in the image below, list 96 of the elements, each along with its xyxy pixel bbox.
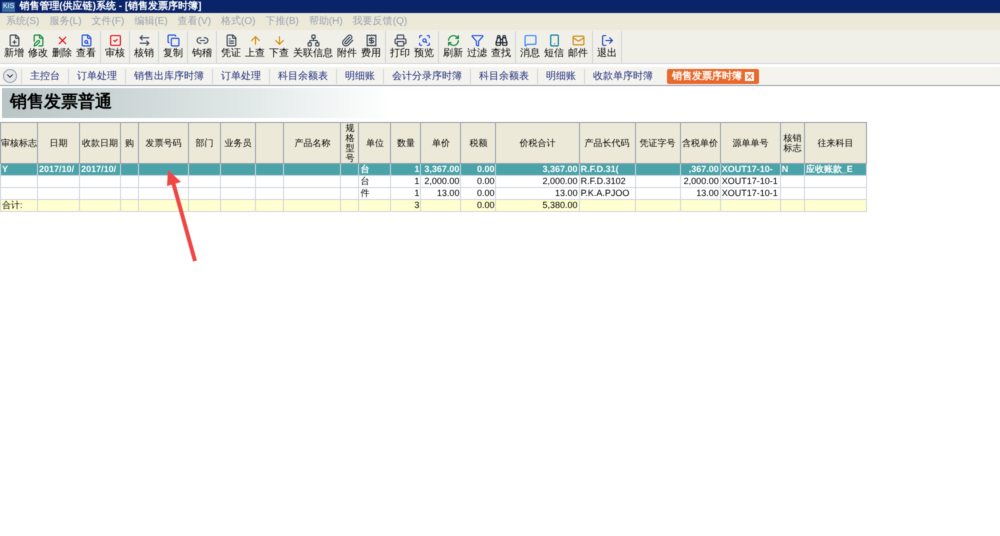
toolbar-button[interactable]: 修改 xyxy=(26,30,50,62)
toolbar-button[interactable]: 上查 xyxy=(243,30,267,62)
column-header[interactable]: 审核标志 xyxy=(0,122,38,164)
toolbar-button[interactable]: 短信 xyxy=(542,30,566,62)
down-arrow-icon xyxy=(272,34,286,46)
toolbar-button[interactable]: 邮件 xyxy=(566,30,590,62)
toolbar-button[interactable]: 查找 xyxy=(489,30,513,62)
phone-icon xyxy=(548,34,560,46)
table-cell: 3 xyxy=(414,200,420,210)
table-cell: 0.00 xyxy=(476,164,494,174)
table-cell: Y xyxy=(2,164,8,174)
toolbar-button[interactable]: 下查 xyxy=(267,30,291,62)
table-cell: 2,000.00 xyxy=(542,176,578,186)
toolbar-button[interactable]: 预览 xyxy=(412,30,436,62)
toolbar-button[interactable]: 删除 xyxy=(50,30,74,62)
toolbar-button[interactable]: 刷新 xyxy=(441,30,465,62)
total-row[interactable]: 合计: 3 0.00 5,380.00 xyxy=(0,200,866,212)
table-cell: 2,000.00 xyxy=(424,176,460,186)
message-icon xyxy=(524,34,536,46)
table-cell: 0.00 xyxy=(476,188,494,198)
toolbar-button[interactable]: 消息 xyxy=(518,30,542,62)
tab[interactable]: 会计分录序时簿 xyxy=(383,68,470,84)
table-cell: 2017/10/ xyxy=(39,164,74,174)
mail-icon xyxy=(572,34,584,46)
toolbar-button[interactable]: 打印 xyxy=(388,30,412,62)
table-cell: 5,380.00 xyxy=(542,200,578,210)
table-cell: 3,367.00 xyxy=(542,164,578,174)
table-cell: P.K.A.PJOO xyxy=(580,188,630,198)
receipt-icon xyxy=(364,34,378,46)
filter-icon xyxy=(470,34,484,46)
table-cell: 1 xyxy=(414,164,420,174)
paperclip-icon xyxy=(340,34,354,46)
table-cell: 台 xyxy=(360,164,370,174)
table-cell: 0.00 xyxy=(476,200,494,210)
table-cell: XOUT17-10-1 xyxy=(722,188,778,198)
file-search-icon xyxy=(80,34,92,46)
table-cell: 2,000.00 xyxy=(684,176,719,186)
toolbar-button[interactable]: 核销 xyxy=(132,30,156,62)
table-cell: 3,367.00 xyxy=(424,164,460,174)
table-cell: R.F.D.3102 xyxy=(580,176,626,186)
table-cell: 13.00 xyxy=(436,188,460,198)
table-cell: 1 xyxy=(414,188,420,198)
close-icon xyxy=(56,34,68,46)
table-cell: 13.00 xyxy=(555,188,578,198)
table-cell: 件 xyxy=(360,188,370,198)
toolbar-button[interactable]: 附件 xyxy=(335,30,359,62)
table-cell: 1 xyxy=(414,176,420,186)
up-arrow-icon xyxy=(248,34,262,46)
printer-icon xyxy=(394,34,406,46)
copy-icon xyxy=(166,34,180,46)
table-cell: XOUT17-10- xyxy=(722,164,773,174)
table-cell: 合计: xyxy=(2,200,23,210)
table-cell: N xyxy=(782,164,788,174)
tab[interactable]: 订单处理 xyxy=(212,68,269,84)
swap-arrows-icon xyxy=(138,34,150,46)
table-cell: XOUT17-10-1 xyxy=(722,176,778,186)
tab[interactable]: 科目余额表 xyxy=(470,68,537,84)
banner-title: 销售发票普通 xyxy=(10,91,112,114)
tab[interactable]: 收款单序时簿 xyxy=(584,68,661,84)
table-cell: 台 xyxy=(360,176,370,186)
network-icon xyxy=(306,34,320,46)
edit-file-icon xyxy=(32,34,44,46)
close-icon xyxy=(745,72,754,80)
toolbar-button[interactable]: 费用 xyxy=(359,30,383,62)
table-cell: R.F.D.31( xyxy=(580,164,619,174)
tab[interactable]: 主控台 xyxy=(21,68,68,84)
table-cell: 应收账款_E xyxy=(806,164,853,174)
tab[interactable]: 明细账 xyxy=(537,68,584,84)
table-cell: 2017/10/ xyxy=(81,164,116,174)
tab[interactable]: 销售出库序时簿 xyxy=(125,68,212,84)
tab[interactable]: 订单处理 xyxy=(68,68,125,84)
exit-icon xyxy=(600,34,614,46)
toolbar-button[interactable]: 新增 xyxy=(2,30,26,62)
table-row[interactable]: 台 1 2,000.00 0.00 2,000.00 R.F.D.3102 2,000.00 XOUT17-10-1 xyxy=(0,176,866,188)
document-icon xyxy=(224,34,238,46)
binoculars-icon xyxy=(494,34,508,46)
table-cell: 13.00 xyxy=(696,188,719,198)
preview-icon xyxy=(418,34,430,46)
toolbar-button[interactable]: 关联信息 xyxy=(291,30,335,62)
table-cell: ,367.00 xyxy=(688,164,719,174)
tab[interactable]: 明细账 xyxy=(336,68,383,84)
tab-menu-button[interactable] xyxy=(3,69,17,83)
toolbar-button[interactable]: 钩稽 xyxy=(190,30,214,62)
refresh-icon xyxy=(446,34,460,46)
toolbar-button[interactable]: 查看 xyxy=(74,30,98,62)
toolbar-button[interactable]: 复制 xyxy=(161,30,185,62)
toolbar-button[interactable]: 过滤 xyxy=(465,30,489,62)
tab[interactable]: 科目余额表 xyxy=(269,68,336,84)
toolbar-button[interactable]: 凭证 xyxy=(219,30,243,62)
new-file-icon xyxy=(8,34,20,46)
toolbar-button[interactable]: 审核 xyxy=(103,30,127,62)
window-title: 销售管理(供应链)系统 - [销售发票序时簿] xyxy=(19,0,202,12)
checkbox-icon xyxy=(108,34,122,46)
toolbar-button[interactable]: 退出 xyxy=(595,30,619,62)
table-cell: 0.00 xyxy=(476,176,494,186)
table-row[interactable]: 件 1 13.00 0.00 13.00 P.K.A.PJOO 13.00 XOUT17-10-1 xyxy=(0,188,866,200)
